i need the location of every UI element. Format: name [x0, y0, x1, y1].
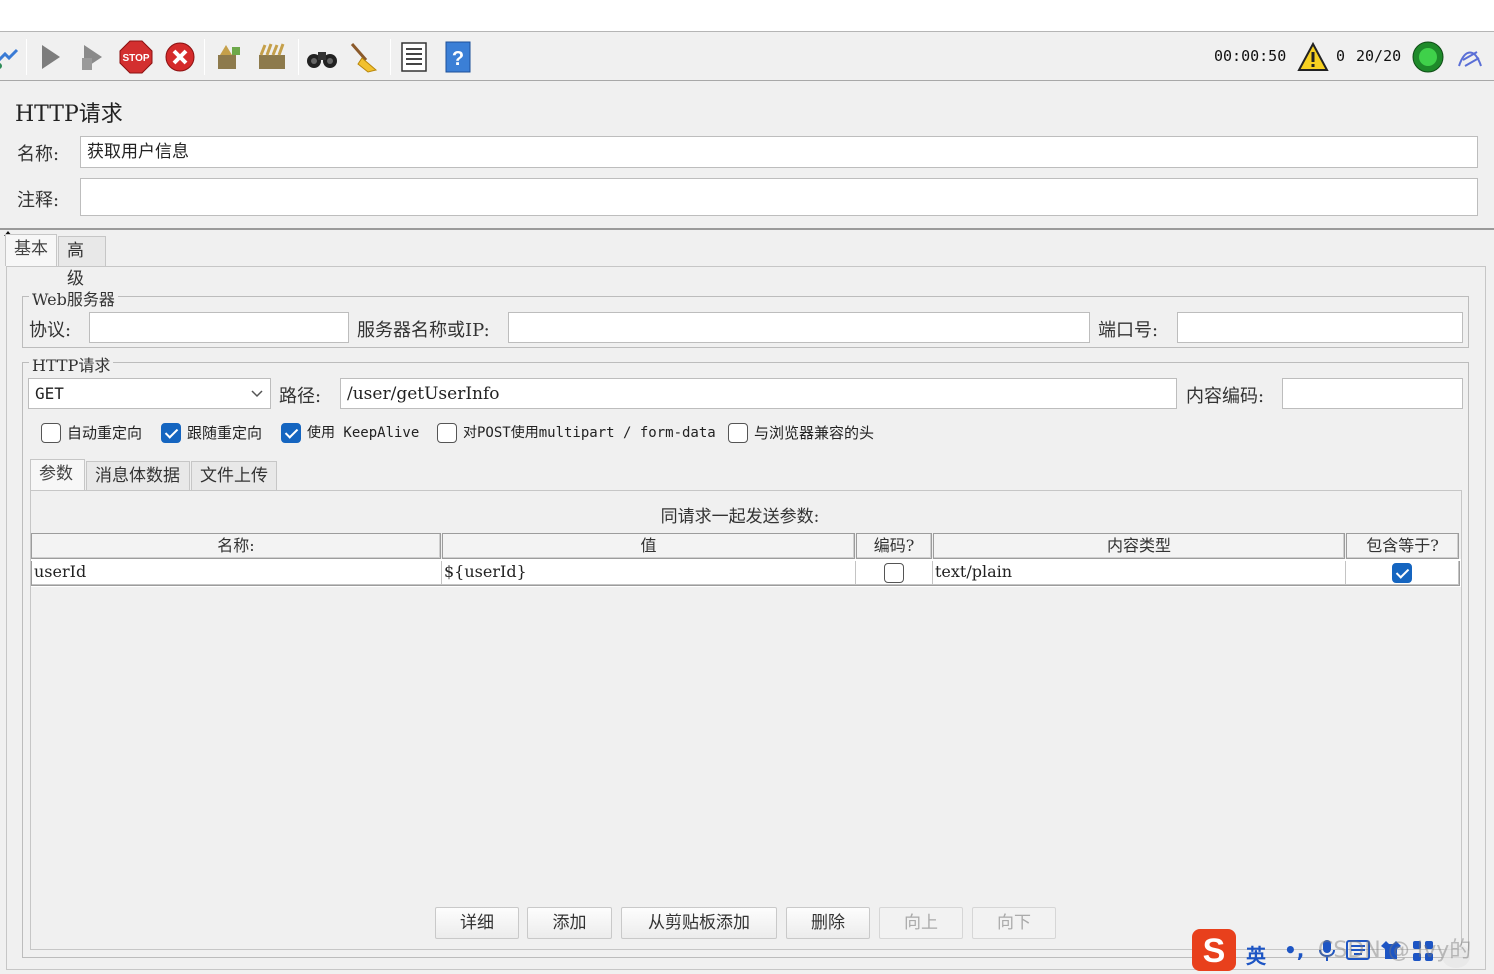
param-include-equals-checkbox[interactable] [1392, 563, 1412, 583]
column-header-content-type[interactable]: 内容类型 [933, 533, 1345, 559]
help-icon[interactable]: ? [440, 39, 476, 75]
sogou-logo-icon[interactable]: S [1191, 928, 1237, 972]
server-field[interactable] [508, 312, 1090, 343]
column-header-value[interactable]: 值 [442, 533, 855, 559]
ime-mode[interactable]: 英 [1246, 940, 1266, 969]
path-field[interactable]: /user/getUserInfo [340, 378, 1177, 409]
shutdown-icon[interactable] [162, 39, 198, 75]
svg-text:?: ? [452, 48, 464, 70]
svg-text:S: S [1203, 932, 1226, 970]
protocol-field[interactable] [89, 312, 349, 343]
reset-search-icon[interactable] [346, 39, 382, 75]
multipart-label: 对POST使用multipart / form-data [463, 425, 716, 441]
add-from-clipboard-button[interactable]: 从剪贴板添加 [621, 907, 777, 939]
search-icon[interactable] [304, 39, 340, 75]
multipart-checkbox[interactable] [437, 423, 457, 443]
remote-icon[interactable] [1452, 39, 1488, 75]
tab-parameters[interactable]: 参数 [30, 459, 85, 490]
column-header-name[interactable]: 名称: [31, 533, 441, 559]
warning-count: 0 [1336, 47, 1346, 65]
follow-redirect-checkbox[interactable] [161, 423, 181, 443]
page-title: HTTP请求 [15, 102, 123, 127]
svg-text:STOP: STOP [122, 53, 149, 64]
ime-toolbar: S 英 •, CSDN @ Ivy的 [1188, 926, 1494, 974]
follow-redirect-label: 跟随重定向 [187, 424, 263, 442]
column-header-encode[interactable]: 编码? [856, 533, 932, 559]
auto-redirect-checkbox[interactable] [41, 423, 61, 443]
active-threads: 20/20 [1356, 47, 1402, 65]
splitter[interactable] [0, 228, 1494, 230]
parameters-caption: 同请求一起发送参数: [660, 507, 820, 527]
auto-redirect-label: 自动重定向 [67, 424, 143, 442]
keepalive-label: 使用 KeepAlive [307, 425, 420, 441]
browser-headers-label: 与浏览器兼容的头 [754, 424, 875, 442]
param-encode-checkbox[interactable] [884, 563, 904, 583]
move-up-button[interactable]: 向上 [879, 907, 963, 939]
browser-headers-checkbox[interactable] [728, 423, 748, 443]
comment-field[interactable] [80, 178, 1478, 216]
stop-icon[interactable]: STOP [118, 39, 154, 75]
param-value-cell[interactable]: ${userId} [442, 561, 856, 585]
content-encoding-label: 内容编码: [1186, 386, 1265, 407]
warning-icon[interactable] [1296, 41, 1330, 73]
http-request-title: HTTP请求 [29, 352, 114, 376]
tab-file-upload[interactable]: 文件上传 [191, 461, 277, 491]
method-select[interactable]: GET [28, 378, 271, 409]
method-value: GET [35, 384, 64, 403]
chevron-down-icon [250, 379, 264, 419]
web-server-title: Web服务器 [29, 286, 118, 310]
path-label: 路径: [279, 386, 322, 407]
start-no-pauses-icon[interactable] [74, 39, 110, 75]
elapsed-timer: 00:00:50 [1214, 47, 1287, 65]
ime-punct[interactable]: •, [1284, 938, 1304, 962]
port-field[interactable] [1177, 312, 1463, 343]
param-name-cell[interactable]: userId [32, 561, 442, 585]
detail-button[interactable]: 详细 [435, 907, 519, 939]
column-header-include-equals[interactable]: 包含等于? [1346, 533, 1459, 559]
tab-basic[interactable]: 基本 [5, 234, 57, 266]
clear-all-icon[interactable] [254, 39, 290, 75]
status-light-icon [1410, 39, 1446, 75]
add-button[interactable]: 添加 [527, 907, 612, 939]
move-down-button[interactable]: 向下 [972, 907, 1056, 939]
port-label: 端口号: [1098, 320, 1159, 341]
toolbar: STOP ? 00:00:50 0 20/20 [0, 33, 1494, 81]
delete-button[interactable]: 删除 [786, 907, 870, 939]
server-label: 服务器名称或IP: [357, 320, 490, 341]
csdn-watermark: CSDN @ Ivy的 [1318, 938, 1472, 963]
menu-strip [0, 0, 1494, 32]
log-viewer-icon[interactable] [396, 39, 432, 75]
param-include-equals-cell[interactable] [1346, 561, 1459, 585]
tab-advanced[interactable]: 高级 [58, 236, 106, 289]
start-icon[interactable] [32, 39, 68, 75]
content-encoding-field[interactable] [1282, 378, 1463, 409]
param-content-type-cell[interactable]: text/plain [933, 561, 1346, 585]
name-field[interactable]: 获取用户信息 [80, 136, 1478, 168]
keepalive-checkbox[interactable] [281, 423, 301, 443]
comment-label: 注释: [17, 190, 60, 211]
protocol-label: 协议: [29, 320, 72, 341]
name-label: 名称: [17, 144, 60, 165]
tab-body-data[interactable]: 消息体数据 [86, 461, 190, 491]
clear-icon[interactable] [210, 39, 246, 75]
function-helper-icon[interactable] [0, 39, 24, 75]
param-encode-cell[interactable] [856, 561, 933, 585]
